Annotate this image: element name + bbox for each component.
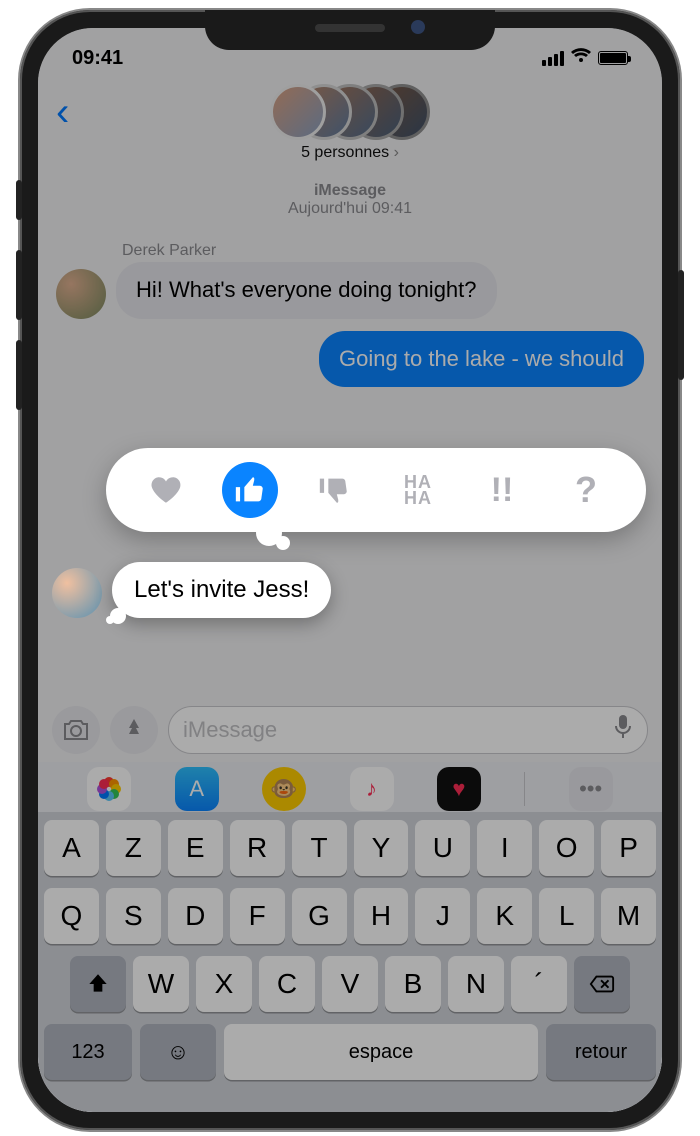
- chevron-right-icon: ›: [394, 144, 399, 161]
- app-strip: A 🐵 ♪ ♥ •••: [38, 762, 662, 816]
- key-o[interactable]: O: [539, 820, 594, 876]
- key-a[interactable]: A: [44, 820, 99, 876]
- key-b[interactable]: B: [385, 956, 441, 1012]
- tapback-thumbs-up[interactable]: [222, 462, 278, 518]
- message-text: Let's invite Jess!: [134, 576, 309, 603]
- dictation-icon[interactable]: [613, 714, 633, 746]
- key-l[interactable]: L: [539, 888, 594, 944]
- key-r[interactable]: R: [230, 820, 285, 876]
- key-´[interactable]: ´: [511, 956, 567, 1012]
- tapback-bar: HAHA !! ?: [106, 448, 646, 532]
- device-notch: [205, 10, 495, 50]
- key-c[interactable]: C: [259, 956, 315, 1012]
- key-d[interactable]: D: [168, 888, 223, 944]
- keyboard: AZERTYUIOP QSDFGHJKLM WXCVBN´ 123 ☺ espa…: [38, 812, 662, 1112]
- key-q[interactable]: Q: [44, 888, 99, 944]
- wifi-icon: [570, 47, 592, 70]
- phone-frame: 09:41 ‹ 5 personnes ›: [20, 10, 680, 1130]
- key-v[interactable]: V: [322, 956, 378, 1012]
- key-g[interactable]: G: [292, 888, 347, 944]
- screen: 09:41 ‹ 5 personnes ›: [38, 28, 662, 1112]
- emoji-key[interactable]: ☺: [140, 1024, 216, 1080]
- key-e[interactable]: E: [168, 820, 223, 876]
- conversation-header: ‹ 5 personnes ›: [38, 78, 662, 172]
- key-s[interactable]: S: [106, 888, 161, 944]
- sender-name: Derek Parker: [122, 242, 644, 260]
- key-n[interactable]: N: [448, 956, 504, 1012]
- message-row-outgoing[interactable]: Going to the lake - we should: [56, 331, 644, 388]
- key-t[interactable]: T: [292, 820, 347, 876]
- input-placeholder: iMessage: [183, 717, 277, 743]
- music-app-icon[interactable]: ♪: [350, 767, 394, 811]
- space-key[interactable]: espace: [224, 1024, 538, 1080]
- battery-icon: [598, 51, 628, 65]
- key-w[interactable]: W: [133, 956, 189, 1012]
- thread-timestamp: iMessage Aujourd'hui 09:41: [38, 182, 662, 218]
- key-i[interactable]: I: [477, 820, 532, 876]
- key-j[interactable]: J: [415, 888, 470, 944]
- key-k[interactable]: K: [477, 888, 532, 944]
- shift-key[interactable]: [70, 956, 126, 1012]
- memoji-app-icon[interactable]: 🐵: [262, 767, 306, 811]
- service-label: iMessage: [38, 182, 662, 200]
- tapback-question[interactable]: ?: [558, 462, 614, 518]
- key-m[interactable]: M: [601, 888, 656, 944]
- camera-button[interactable]: [52, 706, 100, 754]
- digital-touch-app-icon[interactable]: ♥: [437, 767, 481, 811]
- app-store-button[interactable]: [110, 706, 158, 754]
- message-input[interactable]: iMessage: [168, 706, 648, 754]
- key-u[interactable]: U: [415, 820, 470, 876]
- key-h[interactable]: H: [354, 888, 409, 944]
- tapback-target-bubble[interactable]: Let's invite Jess!: [112, 562, 331, 618]
- back-button[interactable]: ‹: [56, 90, 69, 135]
- tapback-popup: HAHA !! ? Let's invite Jess!: [106, 448, 646, 618]
- message-bubble[interactable]: Hi! What's everyone doing tonight?: [116, 262, 497, 319]
- compose-bar: iMessage: [38, 698, 662, 762]
- tapback-haha[interactable]: HAHA: [390, 462, 446, 518]
- avatar: [52, 568, 102, 618]
- key-z[interactable]: Z: [106, 820, 161, 876]
- group-title[interactable]: 5 personnes ›: [38, 144, 662, 162]
- tapback-heart[interactable]: [138, 462, 194, 518]
- app-store-app-icon[interactable]: A: [175, 767, 219, 811]
- key-y[interactable]: Y: [354, 820, 409, 876]
- message-bubble[interactable]: Going to the lake - we should: [319, 331, 644, 388]
- key-p[interactable]: P: [601, 820, 656, 876]
- group-count-label: 5 personnes: [301, 144, 389, 161]
- status-time: 09:41: [72, 47, 123, 70]
- key-x[interactable]: X: [196, 956, 252, 1012]
- backspace-key[interactable]: [574, 956, 630, 1012]
- tapback-thumbs-down[interactable]: [306, 462, 362, 518]
- timestamp-label: Aujourd'hui 09:41: [38, 200, 662, 218]
- photos-app-icon[interactable]: [87, 767, 131, 811]
- message-row-incoming[interactable]: Hi! What's everyone doing tonight?: [56, 262, 644, 319]
- avatar: [56, 269, 106, 319]
- key-f[interactable]: F: [230, 888, 285, 944]
- numbers-key[interactable]: 123: [44, 1024, 132, 1080]
- more-apps-icon[interactable]: •••: [569, 767, 613, 811]
- app-strip-separator: [524, 772, 525, 806]
- return-key[interactable]: retour: [546, 1024, 656, 1080]
- tapback-exclaim[interactable]: !!: [474, 462, 530, 518]
- group-avatar-stack[interactable]: [38, 84, 662, 140]
- cellular-signal-icon: [542, 51, 564, 66]
